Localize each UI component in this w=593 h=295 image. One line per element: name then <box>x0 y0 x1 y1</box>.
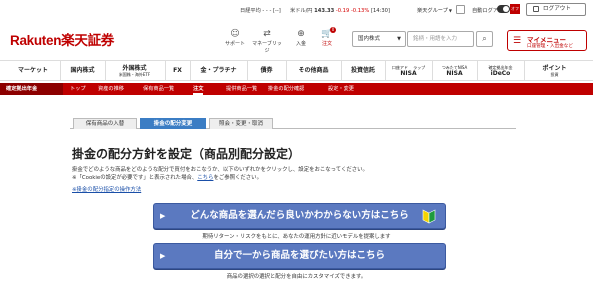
nav-item-0[interactable]: マーケット <box>8 61 58 80</box>
nav-item-label: その他商品 <box>298 67 329 74</box>
nav-item-6[interactable]: その他商品 <box>286 61 340 80</box>
step-tab-2: 掛金の配分変更 <box>140 118 206 129</box>
logout-label: ログアウト <box>543 6 571 12</box>
bridge-icon: ⇄ <box>263 29 271 39</box>
search-icon: ⌕ <box>482 34 487 43</box>
global-nav: マーケット 国内株式 外国株式 米国株・海外ETF FX 金・プラチナ 債券 その他商品 投資信… <box>0 60 593 81</box>
search-category-value: 国内株式 <box>358 36 381 42</box>
step-tab-3[interactable]: 照会・変更・取消 <box>209 118 273 129</box>
cookie-note-tail: をご参照ください。 <box>213 175 262 181</box>
logo-latin: Rakuten <box>10 33 62 48</box>
arrow-right-icon: ▶ <box>160 252 166 260</box>
nav-item-7[interactable]: 投資信託 <box>341 61 384 80</box>
usd-label: 米ドル/円 <box>290 8 313 14</box>
recommend-plan-label: どんな商品を選んだら良いかわからない方はこちら <box>190 210 409 221</box>
auto-logout-toggle[interactable] <box>497 5 510 13</box>
support-label: サポート <box>224 41 245 47</box>
my-menu-subtitle: 口座管理・入出金など <box>527 44 573 49</box>
group-label: 楽天グループ <box>417 8 448 14</box>
step-tabs: 保有商品の入替 掛金の配分変更 照会・変更・取消 <box>70 118 516 129</box>
usd-pct: -0.13% <box>350 8 370 14</box>
usd-time: [14:30] <box>370 8 390 14</box>
subnav-item-5[interactable]: 掛金の配分確認 <box>268 83 304 95</box>
page: 日経平均 - - - [--] 米ドル/円 143.33 -0.19 -0.13… <box>0 0 593 295</box>
recommend-plan-caption: 期待リターン・リスクをもとに、あなたの運用方針に近いモデルを提案します <box>202 234 391 240</box>
nav-item-10[interactable]: 確定拠出年金 iDeCo <box>477 61 523 80</box>
nav-item-9[interactable]: つみたてNISA NISA <box>432 61 476 80</box>
nav-item-sublabel: 投資 <box>550 71 559 77</box>
chevron-down-icon: ▼ <box>448 8 452 13</box>
arrow-right-icon: ▶ <box>160 212 166 220</box>
search-category-select[interactable]: 国内株式 ▼ <box>352 31 406 47</box>
search-input[interactable]: 銘柄・用語を入力 <box>407 31 474 47</box>
nav-item-2[interactable]: 外国株式 米国株・海外ETF <box>105 61 163 80</box>
cookie-note: ※「Cookieの設定が必要です」と表示された場合、 <box>72 175 198 181</box>
group-dropdown[interactable]: 楽天グループ▼ <box>417 7 452 14</box>
nav-item-label: NISA <box>446 69 463 77</box>
bridge-label: マネーブリッジ <box>252 41 282 54</box>
deposit-label: 入金 <box>295 41 306 47</box>
nav-item-label: NISA <box>400 69 417 77</box>
nav-item-label: マーケット <box>17 67 48 74</box>
settings-icon[interactable] <box>456 5 465 14</box>
subnav-item-2[interactable]: 保有商品一覧 <box>143 83 174 95</box>
description-line-1: 掛金でどのような商品をどのような配分で買付をおこなうか、以下のいずれかをクリック… <box>72 167 368 173</box>
nav-item-label: iDeCo <box>490 69 511 77</box>
custom-select-label: 自分で一から商品を選びたい方はこちら <box>213 250 385 261</box>
nav-item-label: 外国株式 <box>122 64 147 72</box>
menu-icon: ☰ <box>513 36 522 46</box>
nav-item-4[interactable]: 金・プラチナ <box>190 61 246 80</box>
subnav-item-1[interactable]: 資産の推移 <box>98 83 124 95</box>
bridge-link[interactable]: ⇄ マネーブリッジ <box>252 28 282 54</box>
cart-label: 注文 <box>321 41 332 47</box>
cart-link[interactable]: 🛒 0 注文 <box>312 27 342 47</box>
nav-item-3[interactable]: FX <box>165 61 189 80</box>
beginner-mark-icon <box>422 209 436 224</box>
utility-bar: 日経平均 - - - [--] 米ドル/円 143.33 -0.19 -0.13… <box>0 0 593 20</box>
allocation-guide-link[interactable]: ※掛金の配分指定の操作方法 <box>72 185 141 193</box>
support-link[interactable]: ☺ サポート <box>220 28 250 47</box>
nav-item-5[interactable]: 債券 <box>247 61 285 80</box>
nav-item-label: 国内株式 <box>70 67 95 74</box>
nav-item-label: ポイント <box>542 64 567 72</box>
nav-item-8[interactable]: 口座アド ラップ NISA <box>385 61 431 80</box>
rakuten-logo[interactable]: Rakuten楽天証券 <box>10 29 114 49</box>
logout-button[interactable]: ログアウト <box>526 3 586 16</box>
usd-jpy-rate: 米ドル/円 143.33 -0.19 -0.13% [14:30] <box>290 7 390 14</box>
page-title: 掛金の配分方針を設定（商品別配分設定） <box>72 147 301 161</box>
description: 掛金でどのような商品をどのような配分で買付をおこなうか、以下のいずれかをクリック… <box>72 166 368 182</box>
nav-item-11[interactable]: ポイント 投資 <box>524 61 584 80</box>
logout-icon <box>533 6 539 12</box>
search-button[interactable]: ⌕ <box>476 31 493 47</box>
support-icon: ☺ <box>230 29 240 39</box>
logo-kanji: 楽天証券 <box>61 33 114 48</box>
cookie-help-link[interactable]: こちら <box>197 175 213 181</box>
subnav-item-6[interactable]: 設定・変更 <box>328 83 354 95</box>
subnav-item-4[interactable]: 提供商品一覧 <box>226 83 257 95</box>
subnav-item-order[interactable]: 注文 <box>193 83 204 95</box>
subnav-title[interactable]: 確定拠出年金 <box>0 83 63 95</box>
custom-select-caption: 商品の選択の選択と配分を自由にカスタマイズできます。 <box>226 274 367 280</box>
cart-count-badge: 0 <box>330 27 336 33</box>
nikkei-ticker: 日経平均 - - - [--] <box>240 8 281 14</box>
nav-item-1[interactable]: 国内株式 <box>60 61 104 80</box>
nav-item-label: 投資信託 <box>350 67 375 74</box>
recommend-plan-button[interactable]: ▶ どんな商品を選んだら良いかわからない方はこちら <box>153 203 446 229</box>
custom-select-button[interactable]: ▶ 自分で一から商品を選びたい方はこちら <box>153 243 446 269</box>
auto-logout-state: オフ <box>510 4 520 14</box>
dc-subnav: 確定拠出年金 トップ 資産の推移 保有商品一覧 注文 提供商品一覧 掛金の配分確認 設定・変… <box>0 83 593 95</box>
cart-icon: 🛒 <box>321 29 333 39</box>
nav-item-sublabel: 米国株・海外ETF <box>118 71 151 77</box>
step-tab-1[interactable]: 保有商品の入替 <box>73 118 137 129</box>
subnav-item-0[interactable]: トップ <box>70 83 86 95</box>
nav-item-label: FX <box>173 67 182 74</box>
my-menu-button[interactable]: ☰ マイメニュー 口座管理・入出金など <box>507 30 587 51</box>
usd-value: 143.33 <box>314 8 335 14</box>
description-line-2: ※「Cookieの設定が必要です」と表示された場合、こちらをご参照ください。 <box>72 174 368 182</box>
nav-item-label: 債券 <box>260 67 273 74</box>
nav-item-label: 金・プラチナ <box>200 67 237 74</box>
chevron-down-icon: ▼ <box>397 36 401 42</box>
usd-change: -0.19 <box>335 8 350 14</box>
